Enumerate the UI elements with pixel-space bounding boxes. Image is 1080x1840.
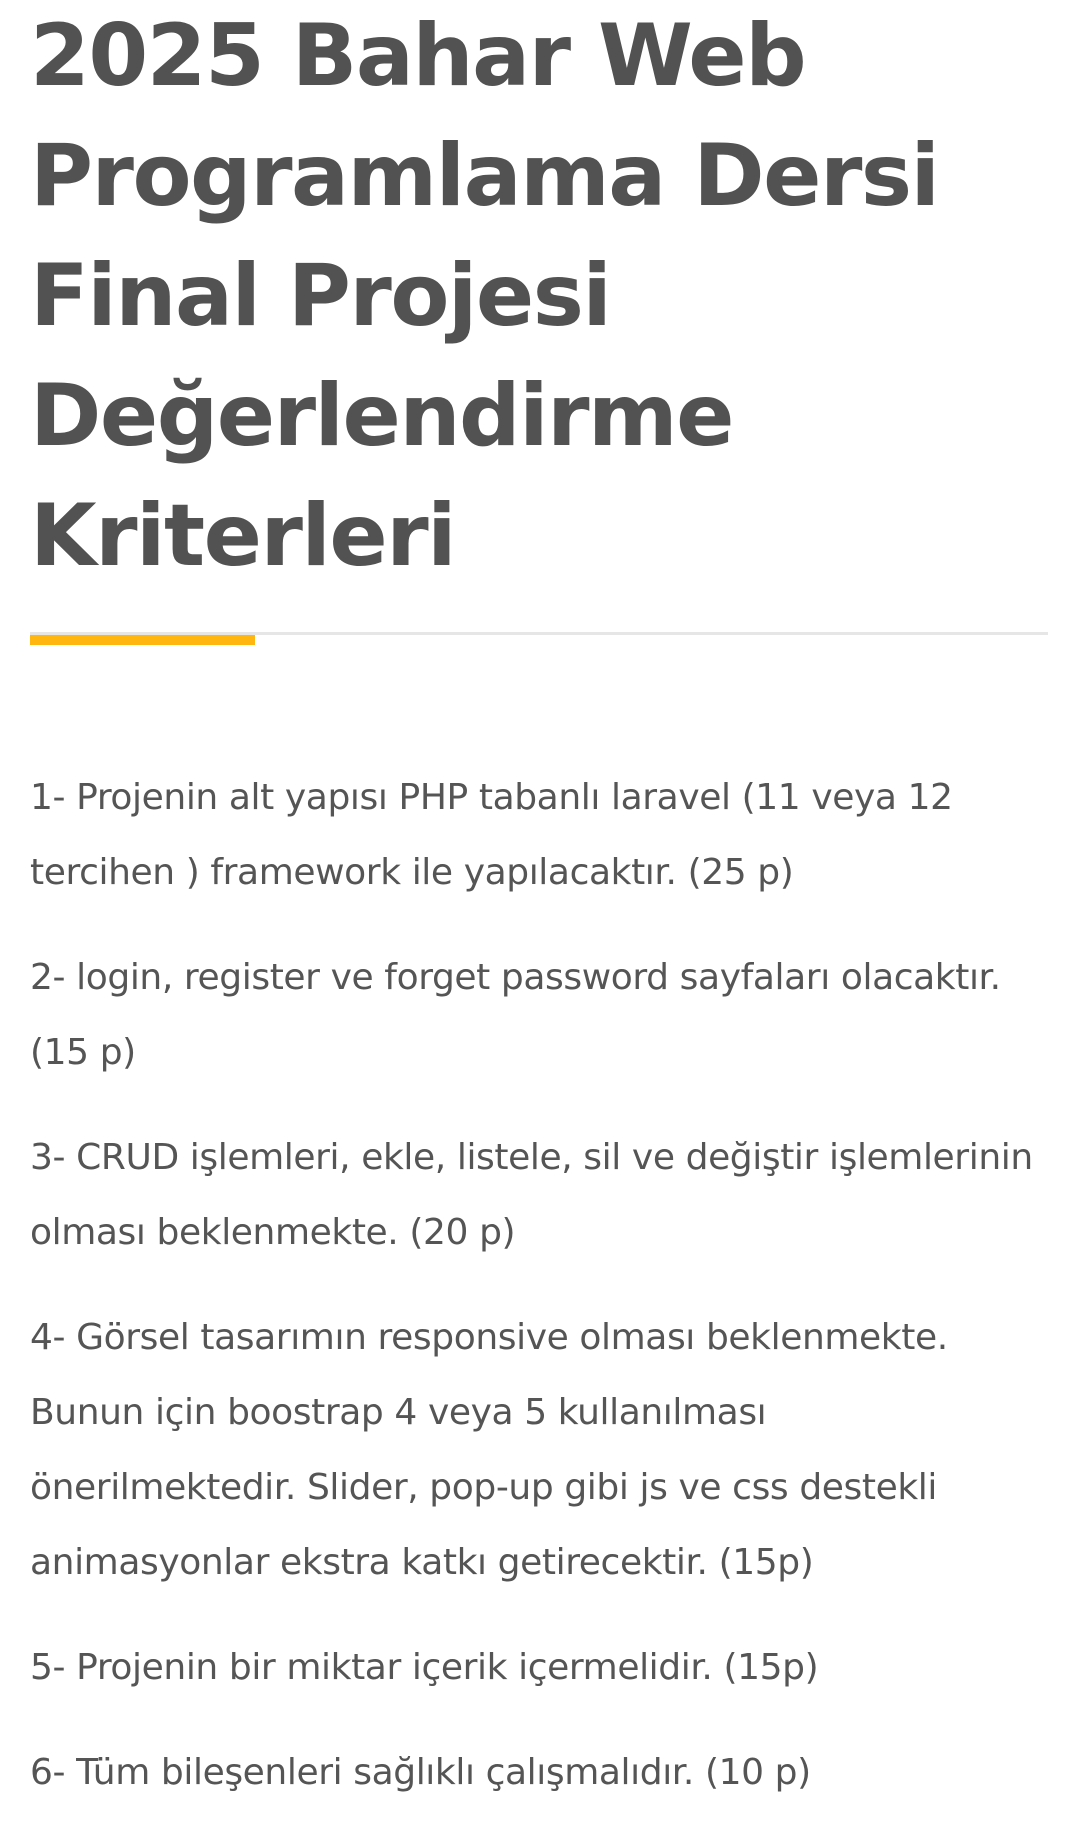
criteria-item-1: 1- Projenin alt yapısı PHP tabanlı larav… bbox=[30, 760, 1048, 910]
criteria-text: 3- CRUD işlemleri, ekle, listele, sil ve… bbox=[30, 1137, 1033, 1178]
title-divider-accent bbox=[30, 635, 255, 645]
title-line: Değerlendirme bbox=[30, 366, 734, 466]
criteria-item-5: 5- Projenin bir miktar içerik içermelidi… bbox=[30, 1630, 1048, 1705]
criteria-text: tercihen ) framework ile yapılacaktır. (… bbox=[30, 852, 794, 893]
criteria-text: olması beklenmekte. (20 p) bbox=[30, 1212, 516, 1253]
criteria-item-4: 4- Görsel tasarımın responsive olması be… bbox=[30, 1300, 1048, 1600]
criteria-text: 2- login, register ve forget password sa… bbox=[30, 957, 1001, 998]
criteria-text: Bunun için boostrap 4 veya 5 kullanılmas… bbox=[30, 1392, 767, 1433]
criteria-text: animasyonlar ekstra katkı getirecektir. … bbox=[30, 1542, 814, 1583]
criteria-text: 4- Görsel tasarımın responsive olması be… bbox=[30, 1317, 948, 1358]
title-line: Final Projesi bbox=[30, 246, 612, 346]
criteria-item-2: 2- login, register ve forget password sa… bbox=[30, 940, 1048, 1090]
title-line: Programlama Dersi bbox=[30, 126, 940, 226]
title-line: 2025 Bahar Web bbox=[30, 6, 807, 106]
criteria-text: 5- Projenin bir miktar içerik içermelidi… bbox=[30, 1647, 819, 1688]
criteria-text: 1- Projenin alt yapısı PHP tabanlı larav… bbox=[30, 777, 953, 818]
criteria-text: 6- Tüm bileşenleri sağlıklı çalışmalıdır… bbox=[30, 1752, 811, 1793]
page-title: 2025 Bahar Web Programlama Dersi Final P… bbox=[30, 0, 1048, 596]
title-line: Kriterleri bbox=[30, 486, 457, 586]
criteria-text: (15 p) bbox=[30, 1032, 136, 1073]
criteria-text: önerilmektedir. Slider, pop-up gibi js v… bbox=[30, 1467, 937, 1508]
criteria-item-6: 6- Tüm bileşenleri sağlıklı çalışmalıdır… bbox=[30, 1735, 1048, 1810]
criteria-item-3: 3- CRUD işlemleri, ekle, listele, sil ve… bbox=[30, 1120, 1048, 1270]
criteria-list: 1- Projenin alt yapısı PHP tabanlı larav… bbox=[30, 760, 1048, 1840]
